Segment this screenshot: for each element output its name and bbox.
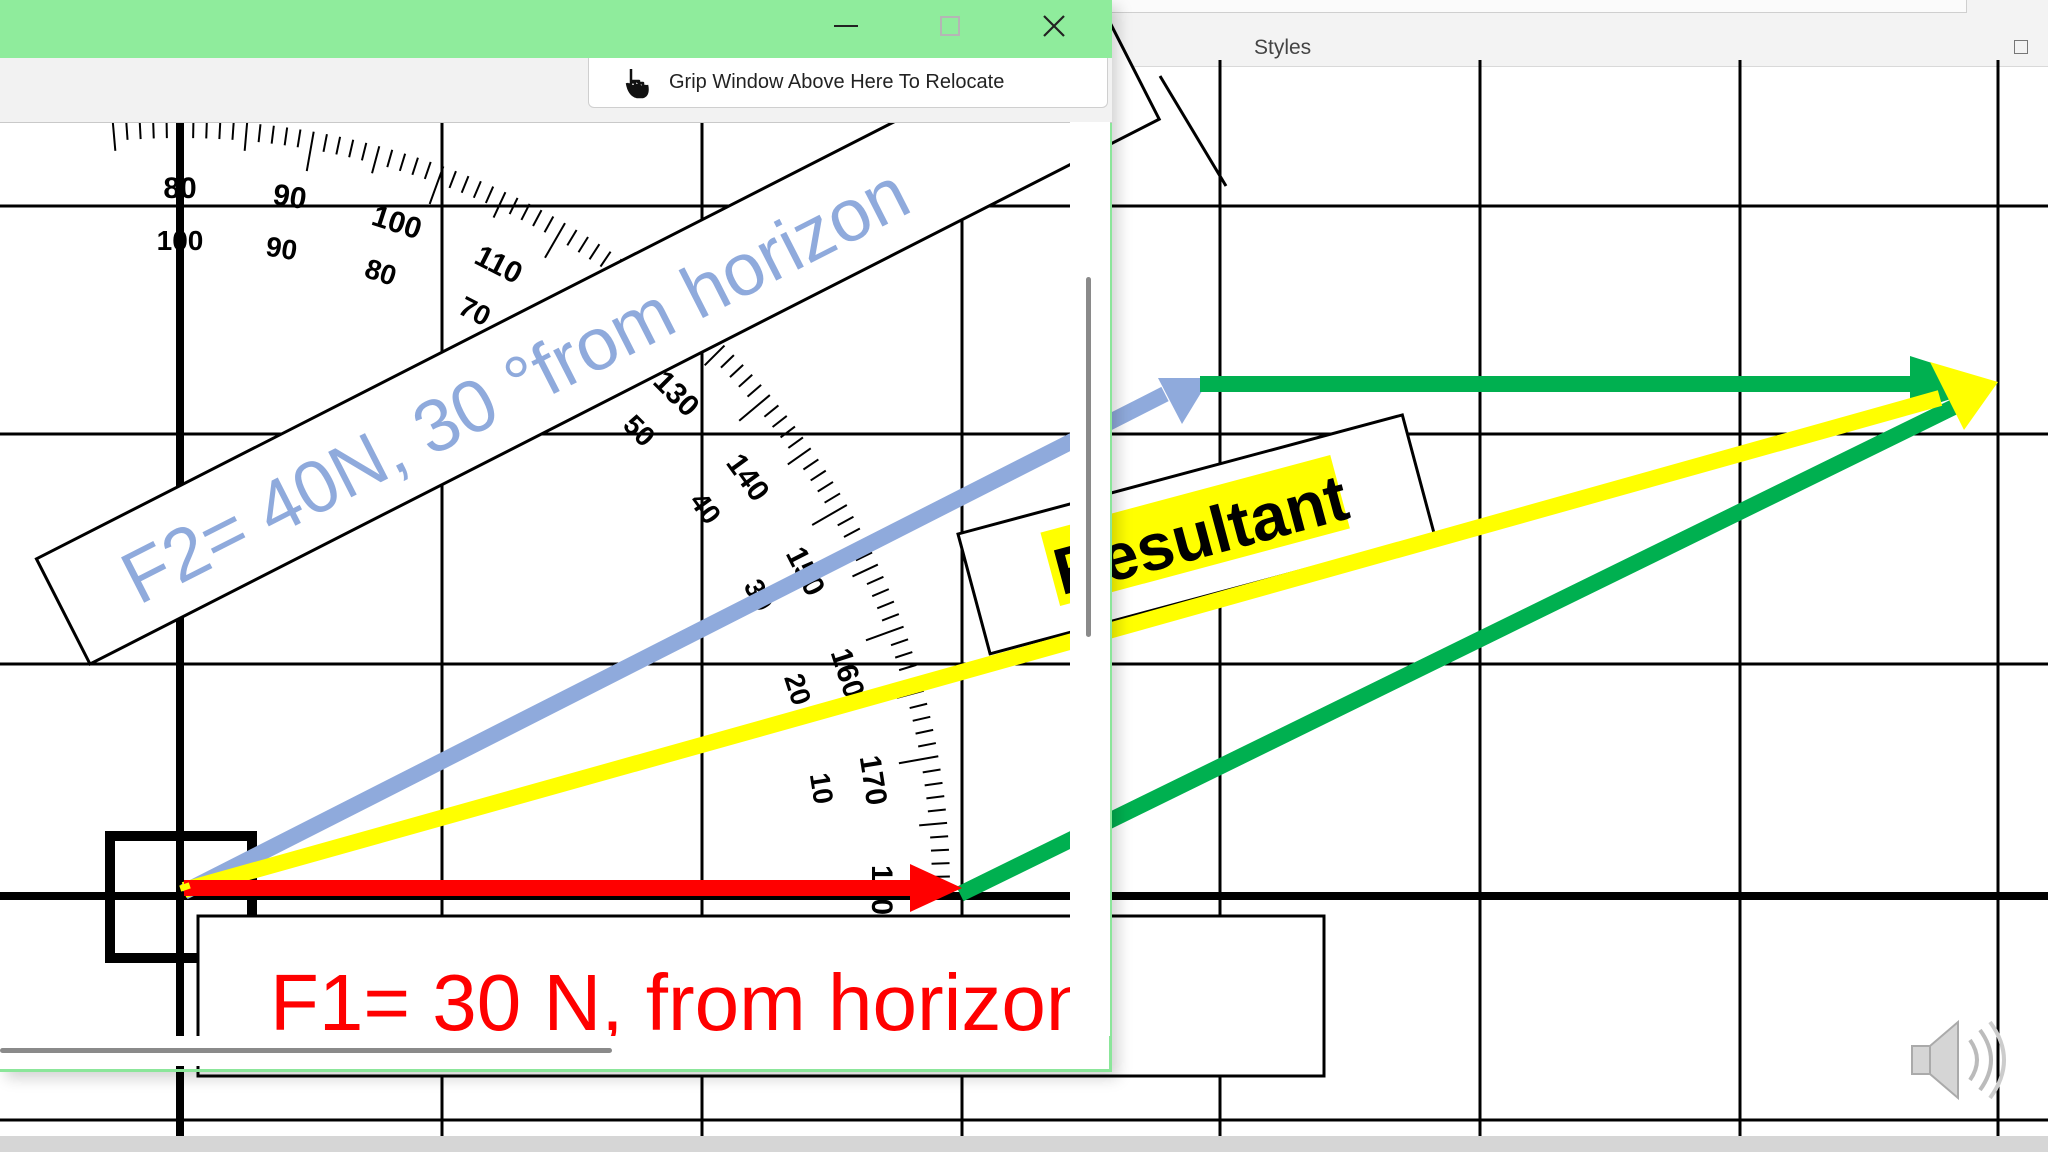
horizontal-scrollbar[interactable] bbox=[0, 1036, 1070, 1066]
grip-label: Grip Window Above Here To Relocate bbox=[669, 71, 1005, 93]
close-icon bbox=[1043, 15, 1065, 37]
overlay-toolbar: Grip Window Above Here To Relocate bbox=[0, 58, 1112, 123]
minimize-button[interactable] bbox=[794, 0, 898, 52]
overlay-titlebar[interactable] bbox=[0, 0, 1112, 58]
bottom-status-strip bbox=[0, 1136, 2048, 1152]
vertical-scrollbar[interactable] bbox=[1070, 122, 1110, 1036]
maximize-button[interactable] bbox=[898, 0, 1002, 52]
minimize-icon bbox=[834, 25, 858, 27]
grip-handle[interactable]: Grip Window Above Here To Relocate bbox=[588, 58, 1108, 108]
horizontal-scroll-thumb[interactable] bbox=[0, 1048, 612, 1053]
vertical-scroll-thumb[interactable] bbox=[1086, 277, 1091, 637]
maximize-icon bbox=[940, 16, 960, 36]
ruler-edge bbox=[1158, 75, 1228, 187]
overlay-window: Grip Window Above Here To Relocate bbox=[0, 0, 1112, 1072]
hand-pointer-icon bbox=[625, 68, 649, 98]
screen: Styles 801009090100801107012060130501404… bbox=[0, 0, 2048, 1152]
close-button[interactable] bbox=[1002, 0, 1106, 52]
speaker-icon[interactable] bbox=[1900, 1010, 2010, 1110]
